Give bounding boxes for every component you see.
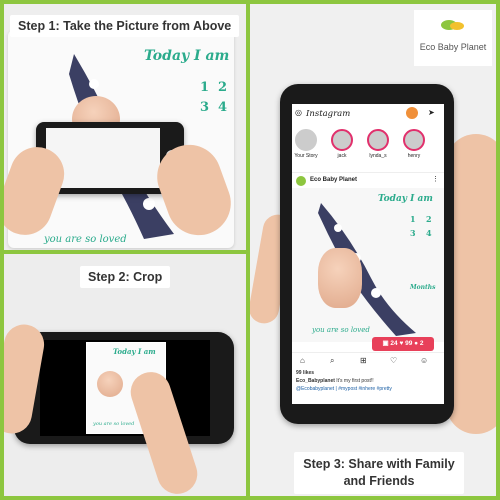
step3-label-line1: Step 3: Share with Family <box>303 457 455 471</box>
post-header: Eco Baby Planet ⋮ <box>292 172 444 188</box>
heart-icon: ♥ <box>399 340 404 347</box>
post-blanket-tagline: you are so loved <box>312 326 370 334</box>
caption-line: Eco_Babyplanet It's my first post!! <box>296 378 374 384</box>
step3-label: Step 3: Share with Family and Friends <box>294 452 464 494</box>
profile-icon[interactable]: ☺ <box>420 356 428 365</box>
notif-comments: 24 <box>390 340 398 347</box>
step1-panel: Today I am 1 2 3 4 you are so loved Step… <box>4 4 246 250</box>
post-blanket-title: Today I am <box>378 194 433 204</box>
story-your-story[interactable]: Your Story <box>294 129 318 159</box>
story-henry[interactable]: henry <box>402 129 426 159</box>
search-icon[interactable]: ⌕ <box>330 356 334 366</box>
story-lynda[interactable]: lynda_s <box>366 129 390 159</box>
step3-label-line2: and Friends <box>343 474 415 488</box>
caption-user[interactable]: Eco_Babyplanet <box>296 378 335 384</box>
caption-hashtags[interactable]: @Ecobabyplanet | #mypost #inhere #pretty <box>296 386 392 392</box>
blanket-number-4: 4 <box>218 100 228 115</box>
heart-icon[interactable]: ♡ <box>390 356 397 365</box>
blanket-number-1: 1 <box>200 80 210 95</box>
blanket-tagline: you are so loved <box>44 234 127 245</box>
activity-notification-badge: ▣ 24 ♥ 99 ● 2 <box>372 337 434 351</box>
post-unit: Months <box>410 284 436 291</box>
story-jack[interactable]: jack <box>330 129 354 159</box>
step2-panel: Step 2: Crop Today I am you are so loved <box>4 254 246 496</box>
step2-label: Step 2: Crop <box>80 266 171 288</box>
blanket-title: Today I am <box>144 48 230 64</box>
post-number-1: 1 <box>410 214 416 224</box>
instagram-screen: ◎ Instagram ➤ Your Story jack lynda_s he… <box>292 104 444 404</box>
more-options-icon[interactable]: ⋮ <box>432 175 439 183</box>
brand-logo: Eco Baby Planet <box>414 10 492 66</box>
post-number-4: 4 <box>426 228 432 238</box>
blanket-number-2: 2 <box>218 80 228 95</box>
story-label: Your Story <box>294 153 318 159</box>
post-number-3: 3 <box>410 228 416 238</box>
post-image[interactable]: Today I am 1 2 3 4 Months you are so lov… <box>292 188 444 342</box>
notif-followers: 2 <box>419 340 424 347</box>
person-icon: ● <box>414 340 419 347</box>
instagram-bottom-nav: ⌂ ⌕ ⊞ ♡ ☺ <box>292 352 444 368</box>
step1-label: Step 1: Take the Picture from Above <box>10 15 240 37</box>
story-label: lynda_s <box>369 153 387 159</box>
crop-baby-photo <box>97 371 123 397</box>
post-account-name[interactable]: Eco Baby Planet <box>310 177 357 183</box>
igtv-icon[interactable] <box>406 107 418 119</box>
blanket-number-3: 3 <box>200 100 210 115</box>
post-avatar[interactable] <box>296 176 306 186</box>
leaf-logo-icon <box>441 20 464 30</box>
brand-name: Eco Baby Planet <box>419 42 487 52</box>
direct-message-icon[interactable]: ➤ <box>428 108 435 117</box>
comment-icon: ▣ <box>382 340 389 347</box>
crop-phone: Today I am you are so loved <box>14 332 234 444</box>
instagram-title: Instagram <box>306 109 351 119</box>
post-baby-photo <box>318 248 362 308</box>
camera-icon[interactable]: ◎ <box>295 108 302 117</box>
likes-count: 99 likes <box>296 370 315 376</box>
story-label: henry <box>407 153 421 159</box>
post-number-2: 2 <box>426 214 432 224</box>
crop-blanket-title: Today I am <box>113 347 156 356</box>
instagram-header: ◎ Instagram ➤ <box>292 104 444 124</box>
caption-text: It's my first post!! <box>336 378 374 384</box>
crop-blanket-tagline: you are so loved <box>93 421 135 427</box>
notif-likes: 99 <box>405 340 413 347</box>
home-icon[interactable]: ⌂ <box>300 356 305 365</box>
add-post-icon[interactable]: ⊞ <box>360 356 367 365</box>
story-label: jack <box>337 153 347 159</box>
